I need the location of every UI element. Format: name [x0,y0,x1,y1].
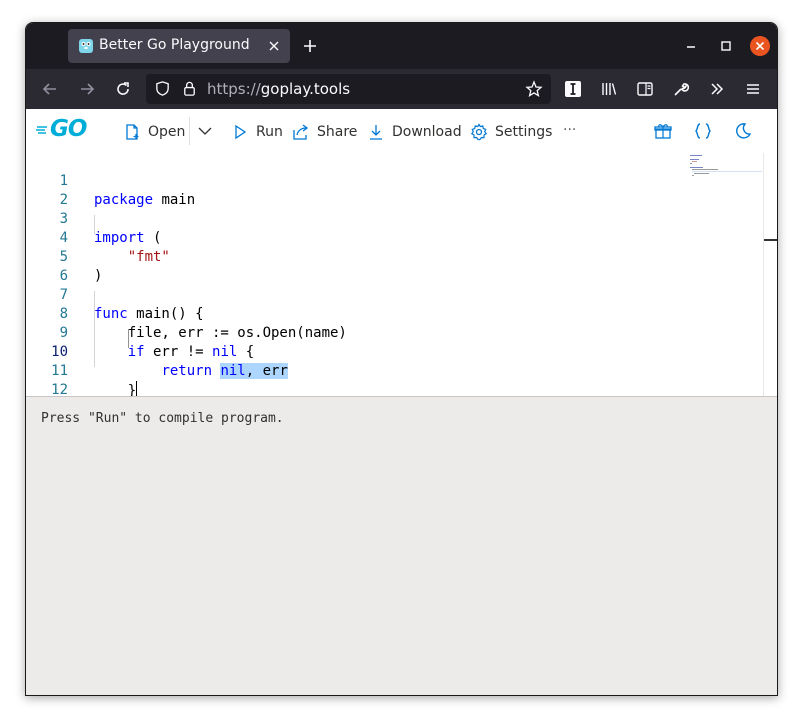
code-line: 4 "fmt" [26,210,696,265]
run-button[interactable]: Run [231,121,283,143]
reload-icon[interactable] [114,80,132,98]
open-button[interactable]: Open [123,121,185,143]
reader-icon[interactable] [564,80,582,98]
output-message: Press "Run" to compile program. [41,411,284,426]
browser-window: Better Go Playground https://goplay.tool… [25,22,778,696]
output-panel: Press "Run" to compile program. [26,396,777,695]
url-bar[interactable]: https://goplay.tools [146,74,551,104]
code-line: 9 if err != nil { [26,305,696,360]
app-toolbar: GO Open Run Share Download Settings ··· [26,109,777,153]
wrench-icon[interactable] [672,80,690,98]
minimap-line [692,161,697,162]
url-host: goplay.tools [260,80,351,98]
code-line: 11 } [26,343,696,396]
star-icon[interactable] [525,80,543,98]
lock-icon[interactable] [181,80,198,97]
toolbar-divider [189,117,190,145]
chevron-double-right-icon[interactable] [708,80,726,98]
gift-icon[interactable] [653,121,673,141]
arrow-left-icon[interactable] [41,80,59,98]
code-line: 6 [26,248,696,284]
url-scheme: https:// [207,80,261,98]
shield-icon[interactable] [154,80,171,97]
minimap-line [690,167,703,168]
code-line: 8 file, err := os.Open(name) [26,286,696,341]
editor-scrollbar[interactable] [763,153,764,396]
minimap-line [690,159,699,160]
braces-icon[interactable] [693,121,713,141]
go-logo-text: GO [50,116,87,142]
open-label: Open [148,124,186,140]
settings-label: Settings [495,124,553,140]
sidebar-icon[interactable] [636,80,654,98]
download-button[interactable]: Download [367,121,462,143]
code-line: 2 [26,172,696,208]
moon-icon[interactable] [733,121,753,141]
share-button[interactable]: Share [292,121,357,143]
browser-tab[interactable]: Better Go Playground [68,29,290,63]
minimap-line [692,169,718,170]
code-line: 1 package main [26,153,696,208]
play-icon [235,124,247,140]
code-line: 5 ) [26,229,696,284]
minimap-line [692,171,762,172]
run-label: Run [256,124,283,140]
scrollbar-marker [764,239,777,241]
settings-button[interactable]: Settings [470,121,552,143]
code-line: 12 } [26,362,696,396]
code-editor[interactable]: 1 package main 2 3 import ( 4 "fmt" 5 ) … [26,153,777,396]
share-icon [293,124,309,140]
code-line-active: 10 return nil, err [26,324,696,379]
maximize-icon[interactable] [716,36,736,56]
minimap-line [692,175,694,176]
tab-title: Better Go Playground [99,37,250,53]
minimap[interactable] [690,153,762,396]
more-button[interactable]: ··· [563,122,576,138]
share-label: Share [317,124,358,140]
minimap-line [690,163,692,164]
minimap-line [694,173,709,174]
tab-strip: Better Go Playground [26,23,777,69]
code-line: 7 func main() { [26,267,696,322]
open-dropdown-chevron-icon[interactable] [197,123,213,139]
file-icon [126,124,139,140]
url-text[interactable]: https://goplay.tools [207,80,350,98]
code-line: 3 import ( [26,191,696,246]
minimize-icon[interactable] [681,36,701,56]
arrow-right-icon[interactable] [78,80,96,98]
download-label: Download [392,124,462,140]
hamburger-icon[interactable] [744,80,762,98]
gear-icon [470,123,488,141]
library-icon[interactable] [600,80,618,98]
go-logo[interactable]: GO [36,116,94,142]
nav-bar: https://goplay.tools [26,69,777,109]
gopher-icon [79,39,93,53]
code-line: 13 [26,381,696,396]
window-close-icon[interactable] [750,36,770,56]
plus-icon[interactable] [302,38,318,54]
minimap-line [690,155,702,156]
close-icon[interactable] [268,40,280,52]
download-icon [370,125,382,140]
